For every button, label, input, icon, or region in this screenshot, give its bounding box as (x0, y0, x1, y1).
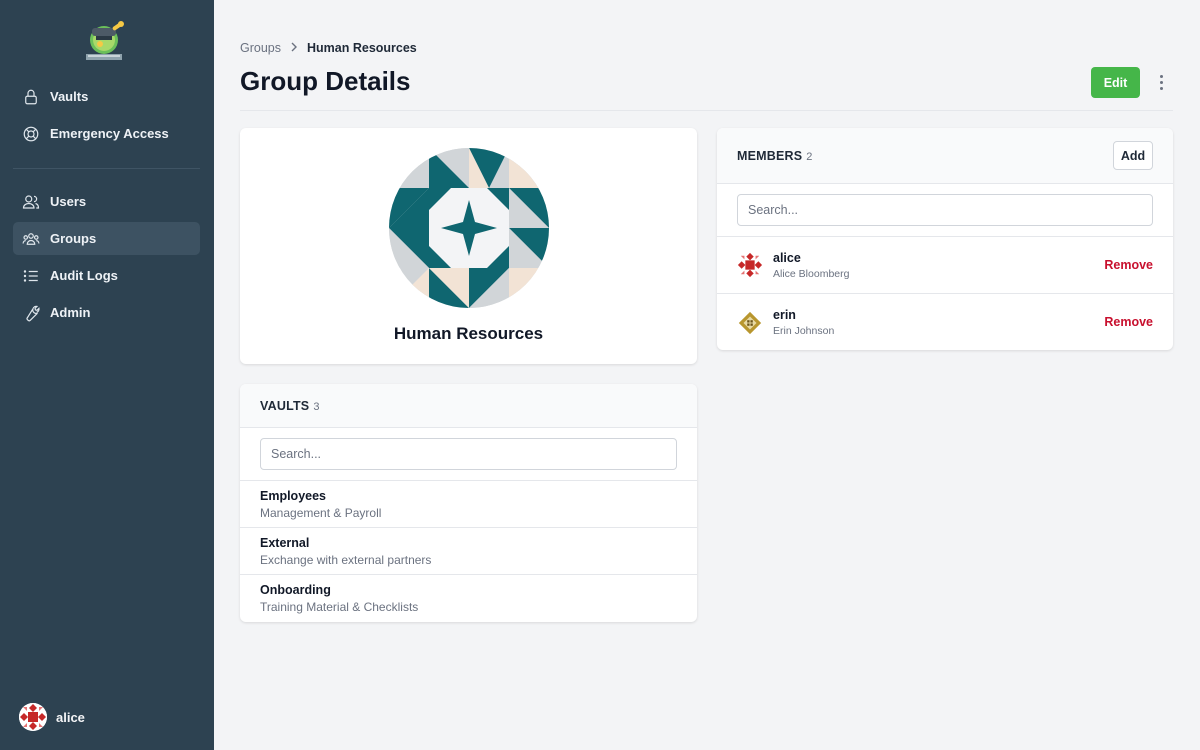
members-card: MEMBERS2 Add alice Alice Blo (717, 128, 1173, 350)
sidebar-item-label: Audit Logs (50, 268, 118, 283)
sidebar-item-label: Emergency Access (50, 126, 169, 141)
sidebar-item-groups[interactable]: Groups (13, 222, 200, 255)
vault-name: Onboarding (260, 583, 331, 597)
vault-name: Employees (260, 489, 327, 503)
list-icon (21, 266, 41, 286)
vault-description: Management & Payroll (260, 506, 382, 520)
edit-button[interactable]: Edit (1091, 67, 1140, 98)
vaults-card: VAULTS3 Employees Management & Payroll E… (240, 384, 697, 622)
list-item[interactable]: Employees Management & Payroll (240, 481, 697, 528)
app-logo[interactable] (82, 18, 128, 62)
sidebar: Vaults Emergency Access Users Groups Aud… (0, 0, 214, 750)
sidebar-item-label: Users (50, 194, 87, 209)
more-options-icon[interactable] (1156, 70, 1166, 94)
add-member-button[interactable]: Add (1113, 141, 1153, 170)
members-search-input[interactable] (737, 194, 1153, 226)
title-divider (240, 110, 1173, 111)
page-title: Group Details (240, 66, 411, 96)
main-content: Groups Human Resources Group Details Edi… (214, 0, 1200, 750)
sidebar-item-label: Vaults (50, 89, 89, 104)
vaults-count: 3 (313, 400, 320, 413)
group-avatar (389, 148, 549, 308)
current-user-menu[interactable]: alice (19, 703, 85, 731)
breadcrumb: Groups Human Resources (240, 41, 417, 55)
vaults-header: VAULTS 3 (240, 384, 697, 428)
member-username: alice (773, 250, 801, 265)
sidebar-divider (13, 168, 200, 169)
sidebar-item-audit-logs[interactable]: Audit Logs (13, 259, 200, 292)
sidebar-nav-primary: Vaults Emergency Access Users Groups Aud… (13, 80, 200, 333)
sidebar-item-admin[interactable]: Admin (13, 296, 200, 329)
member-full-name: Alice Bloomberg (773, 267, 850, 280)
current-user-name: alice (56, 709, 85, 725)
members-search-wrap (717, 184, 1173, 237)
sidebar-item-label: Groups (50, 231, 97, 246)
lifebuoy-icon (21, 124, 41, 144)
group-info-card: Human Resources (240, 128, 697, 364)
vaults-search-input[interactable] (260, 438, 677, 470)
sidebar-item-vaults[interactable]: Vaults (13, 80, 200, 113)
avatar (737, 252, 763, 278)
lock-icon (21, 87, 41, 107)
remove-member-button[interactable]: Remove (1104, 258, 1153, 272)
members-title: MEMBERS (737, 148, 803, 163)
groups-icon (21, 229, 41, 249)
members-count: 2 (806, 150, 813, 163)
sidebar-item-label: Admin (50, 305, 91, 320)
list-item[interactable]: External Exchange with external partners (240, 528, 697, 575)
list-item[interactable]: erin Erin Johnson Remove (717, 294, 1173, 350)
vaults-search-wrap (240, 428, 697, 481)
avatar (737, 309, 763, 336)
group-name: Human Resources (393, 324, 544, 343)
breadcrumb-current: Human Resources (307, 41, 417, 55)
wrench-icon (21, 303, 41, 323)
avatar (19, 703, 47, 731)
sidebar-item-emergency-access[interactable]: Emergency Access (13, 117, 200, 150)
members-header: MEMBERS 2 Add (717, 128, 1173, 184)
list-item[interactable]: alice Alice Bloomberg Remove (717, 237, 1173, 294)
users-icon (21, 192, 41, 212)
vaults-title: VAULTS (260, 398, 310, 413)
vault-name: External (260, 536, 310, 550)
member-full-name: Erin Johnson (773, 325, 835, 337)
remove-member-button[interactable]: Remove (1104, 315, 1153, 329)
chevron-right-icon (290, 42, 298, 55)
vault-description: Exchange with external partners (260, 553, 432, 567)
list-item[interactable]: Onboarding Training Material & Checklist… (240, 575, 697, 622)
member-username: erin (773, 308, 796, 322)
sidebar-item-users[interactable]: Users (13, 185, 200, 218)
vault-description: Training Material & Checklists (260, 600, 419, 614)
breadcrumb-groups-link[interactable]: Groups (240, 41, 281, 55)
